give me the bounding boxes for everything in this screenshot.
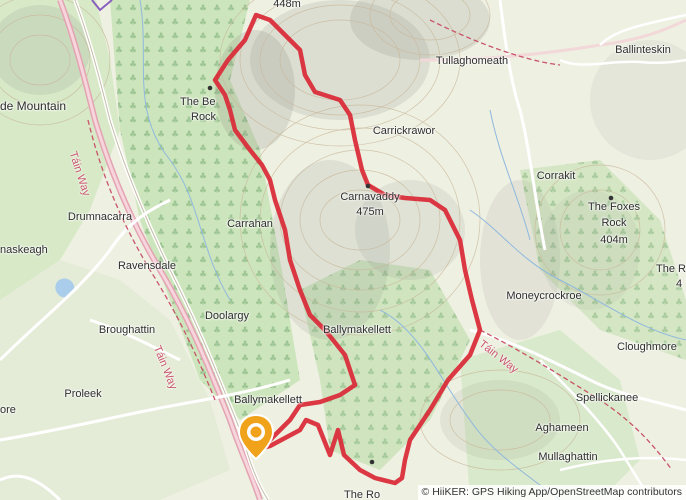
label-ballymakellett-west: Ballymakellett (234, 394, 302, 406)
label-broughattin: Broughattin (98, 324, 156, 336)
start-location-pin-icon[interactable] (236, 413, 276, 463)
label-more: ore (0, 404, 16, 416)
label-proleek: Proleek (64, 388, 102, 400)
label-tullaghomeath: Tullaghomeath (435, 55, 509, 67)
label-doolargy: Doolargy (204, 310, 250, 322)
label-maskeagh: naskeagh (0, 244, 48, 256)
label-cloughmore: Cloughmore (617, 341, 677, 353)
label-drumnacarra: Drumnacarra (67, 211, 133, 223)
label-ballymakellett-east: Ballymakellett (323, 324, 391, 336)
label-the-ro: The Ro (344, 489, 381, 500)
label-ballinteskin: Ballinteskin (615, 44, 671, 56)
copyright-symbol: © (421, 486, 430, 498)
label-the-bell-rock-line1: The Be (180, 96, 216, 108)
map-view[interactable]: ♣ (0, 0, 686, 500)
label-carrahan: Carrahan (227, 218, 273, 230)
label-carnavaddy-elevation: 475m (356, 206, 384, 218)
map-attribution[interactable]: © HiiKER: GPS Hiking App/OpenStreetMap c… (417, 485, 686, 500)
label-moneycrockroe: Moneycrockroe (506, 290, 582, 302)
label-aghameen: Aghameen (535, 422, 589, 434)
label-carnavaddy: Carnavaddy (340, 191, 400, 203)
label-the-bell-rock-line2: Rock (191, 111, 217, 123)
label-foxes-rock-line1: The Foxes (588, 201, 640, 213)
label-carrickrawor: Carrickrawor (372, 125, 436, 137)
label-ravensdale: Ravensdale (117, 260, 177, 272)
label-mountain: de Mountain (0, 99, 67, 113)
label-the-r-line2: 4 (676, 278, 683, 290)
label-mullaghattin: Mullaghattin (538, 451, 598, 463)
attribution-text: HiiKER: GPS Hiking App/OpenStreetMap con… (432, 486, 682, 498)
label-foxes-rock-line2: Rock (601, 217, 627, 229)
label-foxes-rock-elevation: 404m (600, 234, 628, 246)
label-corrakit: Corrakit (536, 170, 576, 182)
label-448m: 448m (273, 0, 301, 10)
label-spellickanee: Spellickanee (575, 392, 639, 404)
label-the-r-line1: The R (656, 263, 686, 275)
